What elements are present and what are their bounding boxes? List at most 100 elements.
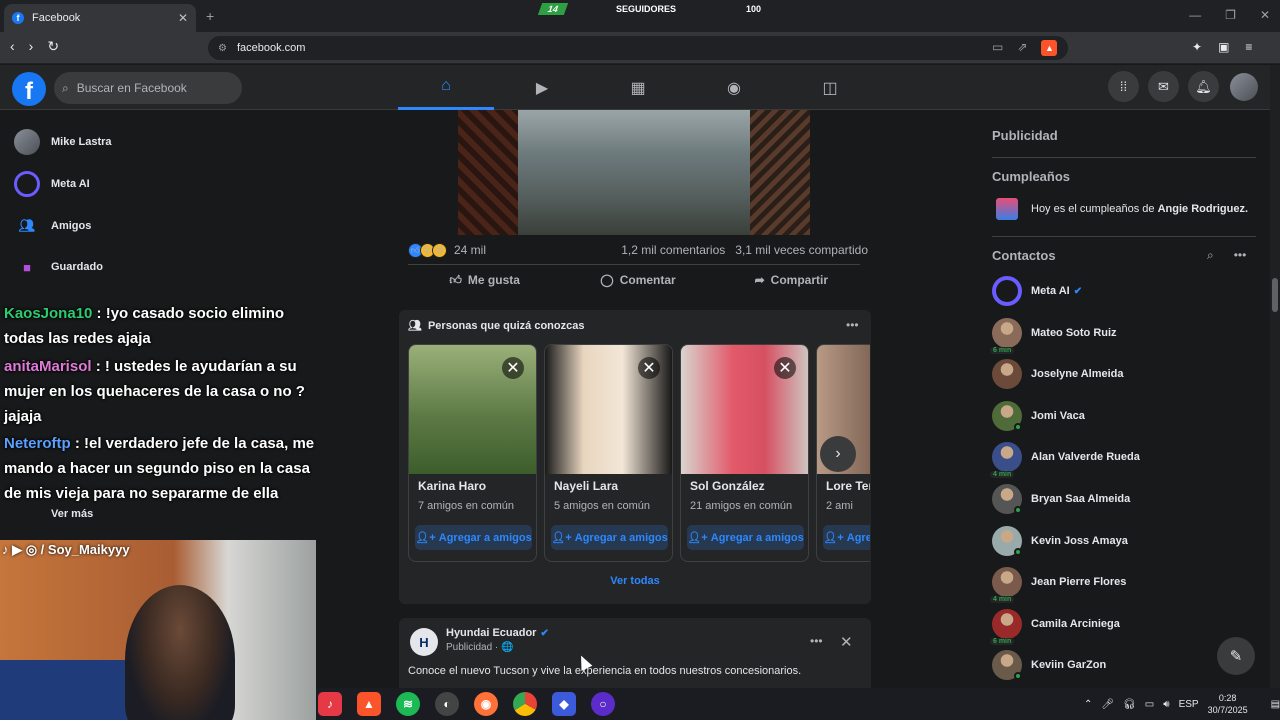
contact-item[interactable]: 4 min Jean Pierre Flores — [990, 567, 1252, 604]
more-options-icon[interactable]: ••• — [846, 318, 859, 332]
stream-deck-icon[interactable]: ◆ — [552, 692, 576, 716]
last-active-badge: 4 min — [990, 596, 1015, 604]
contact-item[interactable]: Bryan Saa Almeida — [992, 484, 1252, 514]
see-more-link[interactable]: Ver más — [51, 508, 93, 520]
new-tab-button[interactable]: + — [206, 8, 214, 24]
facebook-logo[interactable]: f — [12, 72, 46, 106]
sidebar-item-label: Amigos — [51, 220, 92, 232]
app-icon[interactable]: ○ — [591, 692, 615, 716]
menu-icon[interactable]: ≡ — [1245, 40, 1252, 54]
contact-item[interactable]: Joselyne Almeida — [992, 359, 1252, 390]
close-icon[interactable]: ✕ — [774, 357, 796, 379]
more-options-icon[interactable]: ••• — [1234, 248, 1247, 263]
close-icon[interactable]: ✕ — [502, 357, 524, 379]
brave-icon[interactable]: ▲ — [357, 692, 381, 716]
share-icon[interactable]: ⇗ — [1017, 40, 1027, 56]
menu-grid-icon[interactable]: ⁞⁞ — [1108, 71, 1139, 102]
person-card[interactable]: ✕ Karina Haro 7 amigos en común 👤︎+ Agre… — [408, 344, 537, 562]
sidebar-item-meta-ai[interactable]: Meta AI — [14, 171, 90, 197]
tiktok-icon[interactable]: ♪ — [318, 692, 342, 716]
contact-name: Keviin GarZon — [1031, 659, 1107, 672]
add-friend-button[interactable]: 👤︎+ Agregar a amigos — [823, 525, 870, 550]
firefox-icon[interactable]: ◉ — [474, 692, 498, 716]
nav-home[interactable]: ⌂ — [398, 65, 494, 110]
share-button[interactable]: ➦ Compartir — [715, 268, 868, 292]
like-button[interactable]: 👍︎ Me gusta — [408, 268, 561, 292]
notification-center-icon[interactable]: ▤ — [1271, 699, 1280, 710]
nav-groups[interactable]: ◉ — [686, 65, 782, 110]
clock[interactable]: 0:28 30/7/2025 — [1208, 692, 1248, 716]
close-window-button[interactable]: ✕ — [1260, 8, 1270, 22]
see-all-link[interactable]: Ver todas — [399, 575, 871, 587]
nav-video[interactable]: ▶ — [494, 65, 590, 110]
notifications-icon[interactable]: 🔔︎ — [1188, 71, 1219, 102]
contact-name: Joselyne Almeida — [1031, 368, 1124, 381]
reload-icon[interactable]: ↻ — [47, 38, 59, 55]
close-tab-icon[interactable]: ✕ — [178, 11, 188, 25]
spotify-icon[interactable]: ≋ — [396, 692, 420, 716]
search-input[interactable]: ⌕ Buscar en Facebook — [54, 72, 242, 104]
post-image[interactable] — [458, 110, 810, 235]
advertiser-name[interactable]: Hyundai Ecuador ✔ — [446, 627, 549, 639]
sidebar-item-friends[interactable]: 👥︎ Amigos — [14, 213, 92, 239]
contact-item[interactable]: 6 min Mateo Soto Ruiz — [990, 317, 1252, 354]
volume-icon[interactable]: 🔊︎ — [1163, 699, 1169, 710]
tab-facebook[interactable]: f Facebook ✕ — [4, 4, 196, 32]
messenger-icon[interactable]: ✉ — [1148, 71, 1179, 102]
post-reactions-bar: 👍︎ 😮︎ 😢︎ 24 mil 1,2 mil comentarios 3,1 … — [408, 241, 868, 259]
language-indicator[interactable]: ESP — [1179, 699, 1199, 710]
add-friend-button[interactable]: 👤︎+ Agregar a amigos — [415, 525, 532, 550]
headset-icon[interactable]: 🎧︎ — [1123, 699, 1136, 710]
nav-gaming[interactable]: ◫ — [782, 65, 878, 110]
sidebar-item-saved[interactable]: ■ Guardado — [14, 254, 103, 280]
avatar — [992, 650, 1022, 681]
obs-icon[interactable]: ◐ — [435, 692, 459, 716]
brave-shields-icon[interactable]: ▲ — [1041, 40, 1058, 56]
wallet-icon[interactable]: ▣ — [1218, 40, 1229, 54]
contact-item[interactable]: Jomi Vaca — [992, 400, 1252, 431]
contact-item[interactable]: 4 min Alan Valverde Rueda — [990, 442, 1252, 479]
share-count[interactable]: 3,1 mil veces compartido — [735, 243, 868, 257]
contact-item[interactable]: 6 min Camila Arciniega — [990, 608, 1252, 645]
microphone-icon[interactable]: 🎤︎ — [1101, 699, 1114, 710]
new-message-button[interactable]: ✎ — [1217, 637, 1255, 675]
followers-count: 14 — [537, 3, 569, 15]
forward-icon[interactable]: › — [29, 38, 34, 55]
close-icon[interactable]: ✕ — [638, 357, 660, 379]
close-icon[interactable]: ✕ — [840, 633, 853, 651]
add-friend-button[interactable]: 👤︎+ Agregar a amigos — [687, 525, 804, 550]
add-friend-button[interactable]: 👤︎+ Agregar a amigos — [551, 525, 668, 550]
site-settings-icon[interactable]: ⚙ — [218, 43, 227, 54]
reaction-count[interactable]: 24 mil — [454, 243, 486, 257]
nav-marketplace[interactable]: ▦ — [590, 65, 686, 110]
person-card[interactable]: ✕ Nayeli Lara 5 amigos en común 👤︎+ Agre… — [544, 344, 673, 562]
maximize-button[interactable]: ❐ — [1225, 8, 1236, 22]
account-button[interactable] — [1228, 71, 1259, 102]
chevron-up-icon[interactable]: ⌃ — [1084, 699, 1092, 710]
back-icon[interactable]: ‹ — [10, 38, 15, 55]
sidebar-item-profile[interactable]: Mike Lastra — [14, 129, 112, 155]
search-icon[interactable]: ⌕ — [1207, 248, 1214, 263]
more-options-icon[interactable]: ••• — [810, 634, 823, 648]
last-active-badge: 6 min — [990, 346, 1015, 354]
verified-icon: ✔ — [540, 628, 549, 639]
extensions-icon[interactable]: ✦ — [1192, 40, 1202, 54]
contact-item[interactable]: Kevin Joss Amaya — [992, 525, 1252, 556]
scrollbar[interactable] — [1270, 65, 1280, 690]
scrollbar-thumb[interactable] — [1272, 278, 1278, 312]
minimize-button[interactable]: — — [1189, 8, 1201, 22]
contact-item[interactable]: Meta AI ✔ — [992, 276, 1252, 306]
carousel-next-button[interactable]: › — [820, 436, 856, 472]
address-bar[interactable]: ⚙ facebook.com — [208, 36, 1068, 60]
hyundai-logo[interactable]: H — [410, 628, 438, 656]
comment-count[interactable]: 1,2 mil comentarios — [621, 243, 725, 257]
network-icon[interactable]: ▭ — [1145, 699, 1154, 710]
comment-button[interactable]: ◯ Comentar — [561, 268, 714, 292]
contact-item[interactable]: Keviin GarZon — [992, 650, 1252, 681]
birthday-item[interactable]: Hoy es el cumpleaños de Angie Rodriguez. — [996, 198, 1248, 220]
person-card[interactable]: ✕ Sol González 21 amigos en común 👤︎+ Ag… — [680, 344, 809, 562]
webcam-background — [0, 660, 140, 720]
chrome-icon[interactable] — [513, 692, 537, 716]
share-icon: ➦ — [754, 273, 765, 287]
cast-icon[interactable]: ▭ — [992, 40, 1003, 56]
